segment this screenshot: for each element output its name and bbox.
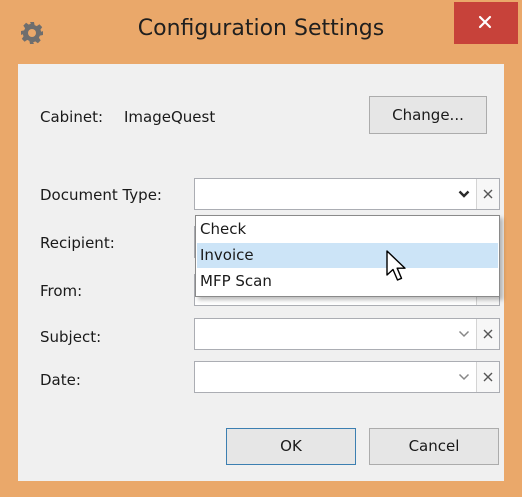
cabinet-value: ImageQuest [124, 108, 216, 126]
window-title: Configuration Settings [137, 16, 385, 41]
date-label: Date: [40, 371, 81, 389]
from-label: From: [40, 282, 83, 300]
subject-combo[interactable] [194, 318, 500, 350]
dialog-body: Cabinet: ImageQuest Change... Document T… [18, 64, 504, 481]
dropdown-option-check[interactable]: Check [197, 217, 498, 242]
ok-button[interactable]: OK [226, 428, 356, 465]
clear-icon[interactable] [476, 179, 499, 209]
chevron-down-icon[interactable] [453, 319, 475, 349]
close-icon [478, 15, 492, 29]
document-type-label: Document Type: [40, 186, 162, 204]
chevron-down-icon[interactable] [453, 179, 475, 209]
clear-icon[interactable] [476, 319, 499, 349]
clear-icon[interactable] [476, 362, 499, 392]
document-type-dropdown: Check Invoice MFP Scan [195, 215, 500, 297]
recipient-label: Recipient: [40, 234, 115, 252]
dropdown-option-invoice[interactable]: Invoice [197, 243, 498, 268]
dialog-window: Configuration Settings Cabinet: ImageQue… [0, 0, 522, 497]
chevron-down-icon[interactable] [453, 362, 475, 392]
document-type-combo[interactable] [194, 178, 500, 210]
mouse-cursor-icon [385, 250, 409, 288]
date-combo[interactable] [194, 361, 500, 393]
close-button[interactable] [454, 2, 518, 44]
cabinet-label: Cabinet: [40, 108, 104, 126]
change-cabinet-button[interactable]: Change... [369, 96, 487, 134]
dropdown-option-mfp-scan[interactable]: MFP Scan [197, 269, 498, 294]
title-bar[interactable]: Configuration Settings [0, 0, 522, 64]
subject-label: Subject: [40, 328, 102, 346]
cancel-button[interactable]: Cancel [369, 428, 499, 465]
